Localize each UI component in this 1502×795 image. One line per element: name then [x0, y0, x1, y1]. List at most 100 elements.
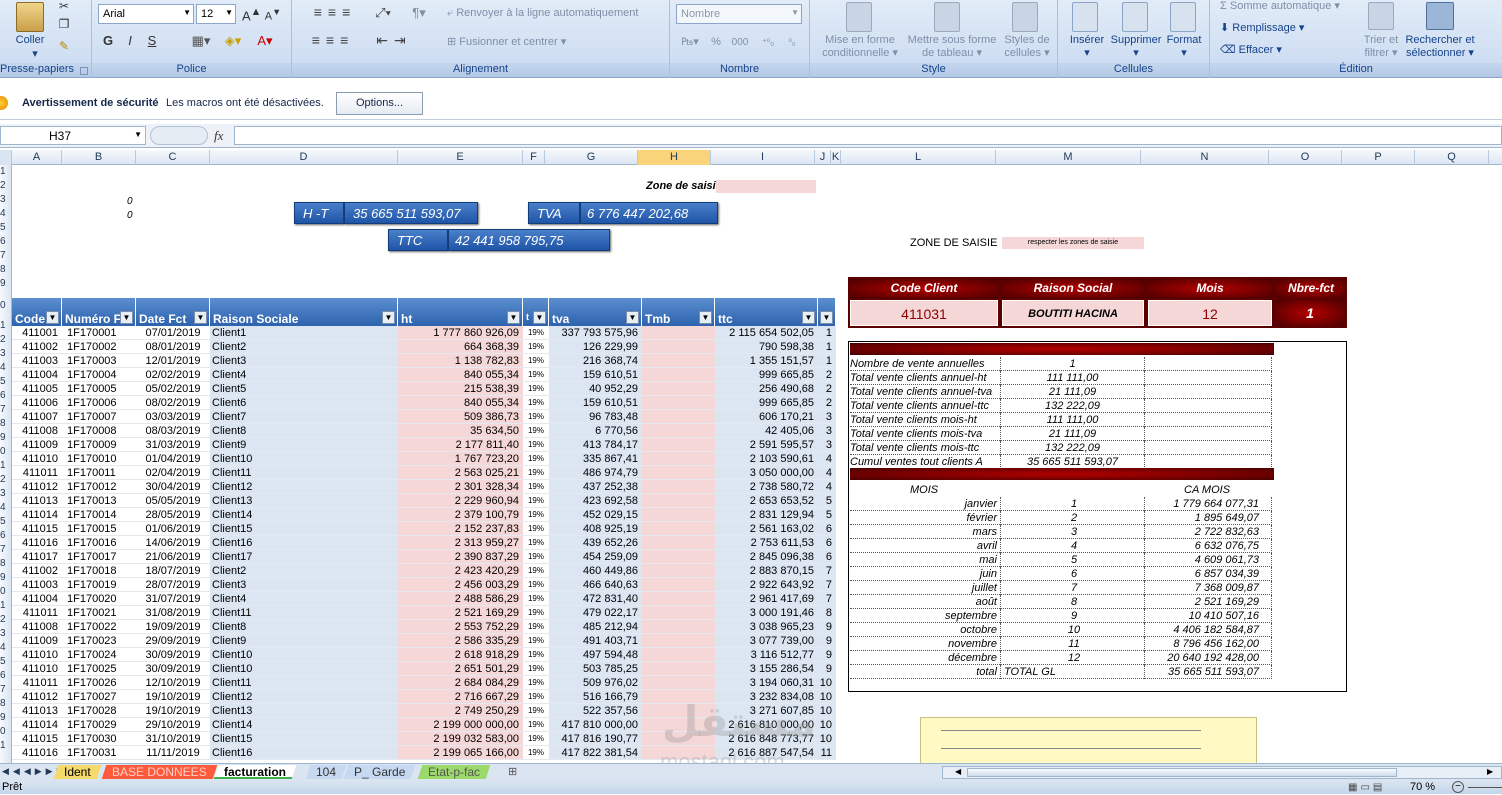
ht-cell[interactable]: 1 138 782,83	[398, 354, 523, 368]
ht-cell[interactable]: 2 651 501,29	[398, 662, 523, 676]
month-index-cell[interactable]: 5	[818, 494, 836, 508]
row-header[interactable]: 2	[0, 333, 11, 347]
tva-cell[interactable]: 491 403,71	[549, 634, 642, 648]
ttc-cell[interactable]: 2 961 417,69	[715, 592, 818, 606]
tmb-cell[interactable]	[642, 494, 715, 508]
date-cell[interactable]: 30/09/2019	[136, 662, 210, 676]
code-cell[interactable]: 411005	[12, 382, 62, 396]
conditional-format-button[interactable]: Mise en forme conditionnelle ▾	[814, 34, 906, 60]
tva-cell[interactable]: 522 357,56	[549, 704, 642, 718]
tva-cell[interactable]: 6 770,56	[549, 424, 642, 438]
month-index-cell[interactable]: 7	[818, 592, 836, 606]
code-cell[interactable]: 411015	[12, 732, 62, 746]
month-index-cell[interactable]: 9	[818, 620, 836, 634]
tva-cell[interactable]: 503 785,25	[549, 662, 642, 676]
invoice-number-cell[interactable]: 1F170027	[62, 690, 136, 704]
invoice-number-cell[interactable]: 1F170029	[62, 718, 136, 732]
invoice-number-cell[interactable]: 1F170024	[62, 648, 136, 662]
code-cell[interactable]: 411012	[12, 690, 62, 704]
date-cell[interactable]: 29/10/2019	[136, 718, 210, 732]
tva-cell[interactable]: 96 783,48	[549, 410, 642, 424]
month-index-cell[interactable]: 9	[818, 662, 836, 676]
date-cell[interactable]: 31/03/2019	[136, 438, 210, 452]
client-name-cell[interactable]: Client2	[210, 340, 398, 354]
scroll-right-icon[interactable]: ▶	[1487, 767, 1497, 778]
client-name-cell[interactable]: Client8	[210, 620, 398, 634]
view-buttons-icon[interactable]: ▦▭▤	[1348, 781, 1385, 795]
tmb-cell[interactable]	[642, 620, 715, 634]
rate-cell[interactable]: 19%	[523, 424, 549, 438]
tmb-cell[interactable]	[642, 396, 715, 410]
tva-cell[interactable]: 413 784,17	[549, 438, 642, 452]
ht-cell[interactable]: 1 777 860 926,09	[398, 326, 523, 340]
tva-cell[interactable]: 452 029,15	[549, 508, 642, 522]
code-cell[interactable]: 411006	[12, 396, 62, 410]
rate-cell[interactable]: 19%	[523, 606, 549, 620]
code-cell[interactable]: 411010	[12, 452, 62, 466]
invoice-number-cell[interactable]: 1F170018	[62, 564, 136, 578]
tab-etat-p-fac[interactable]: Etat-p-fac	[417, 765, 491, 779]
code-cell[interactable]: 411004	[12, 592, 62, 606]
rate-cell[interactable]: 19%	[523, 368, 549, 382]
fill-button[interactable]: ⬇ Remplissage ▾	[1220, 22, 1330, 35]
invoice-number-cell[interactable]: 1F170003	[62, 354, 136, 368]
tva-cell[interactable]: 439 652,26	[549, 536, 642, 550]
date-cell[interactable]: 08/02/2019	[136, 396, 210, 410]
code-cell[interactable]: 411002	[12, 340, 62, 354]
row-header[interactable]: 3	[0, 193, 11, 207]
tva-cell[interactable]: 423 692,58	[549, 494, 642, 508]
month-value[interactable]: 12	[1148, 300, 1272, 326]
ttc-cell[interactable]: 2 922 643,92	[715, 578, 818, 592]
month-index-cell[interactable]: 6	[818, 550, 836, 564]
rate-cell[interactable]: 19%	[523, 578, 549, 592]
rate-cell[interactable]: 19%	[523, 480, 549, 494]
formula-input[interactable]	[234, 126, 1502, 145]
invoice-number-cell[interactable]: 1F170010	[62, 452, 136, 466]
tmb-cell[interactable]	[642, 522, 715, 536]
ttc-cell[interactable]: 42 405,06	[715, 424, 818, 438]
format-table-button[interactable]: Mettre sous forme de tableau ▾	[904, 34, 1000, 60]
invoice-number-cell[interactable]: 1F170005	[62, 382, 136, 396]
ht-cell[interactable]: 2 301 328,34	[398, 480, 523, 494]
date-cell[interactable]: 02/02/2019	[136, 368, 210, 382]
tva-cell[interactable]: 40 952,29	[549, 382, 642, 396]
client-name-cell[interactable]: Client11	[210, 466, 398, 480]
ht-cell[interactable]: 840 055,34	[398, 368, 523, 382]
shrink-font-icon[interactable]: A▼	[264, 6, 282, 24]
rate-cell[interactable]: 19%	[523, 466, 549, 480]
rate-cell[interactable]: 19%	[523, 438, 549, 452]
ttc-cell[interactable]: 2 115 654 502,05	[715, 326, 818, 340]
date-cell[interactable]: 30/09/2019	[136, 648, 210, 662]
decrease-decimal-icon[interactable]: ⁰₀	[782, 36, 802, 49]
ttc-cell[interactable]: 999 665,85	[715, 368, 818, 382]
client-name-cell[interactable]: Client4	[210, 368, 398, 382]
code-cell[interactable]: 411008	[12, 424, 62, 438]
invoice-number-cell[interactable]: 1F170002	[62, 340, 136, 354]
invoice-count-value[interactable]: 1	[1276, 300, 1344, 326]
ht-cell[interactable]: 2 313 959,27	[398, 536, 523, 550]
format-painter-icon[interactable]: ✎	[56, 40, 72, 53]
filter-dropdown-icon[interactable]: ▼	[626, 311, 639, 324]
function-icon[interactable]: fx	[214, 128, 223, 144]
code-cell[interactable]: 411014	[12, 718, 62, 732]
tmb-cell[interactable]	[642, 424, 715, 438]
month-index-cell[interactable]: 10	[818, 732, 836, 746]
invoice-number-cell[interactable]: 1F170004	[62, 368, 136, 382]
increase-decimal-icon[interactable]: ⁺⁰₀	[758, 36, 778, 49]
invoice-number-cell[interactable]: 1F170030	[62, 732, 136, 746]
tmb-cell[interactable]	[642, 648, 715, 662]
client-name-cell[interactable]: Client11	[210, 606, 398, 620]
row-header[interactable]: 2	[0, 179, 11, 193]
column-header-j[interactable]: J	[815, 150, 831, 165]
client-name-cell[interactable]: Client3	[210, 578, 398, 592]
options-button[interactable]: Options...	[336, 92, 423, 115]
invoice-number-cell[interactable]: 1F170022	[62, 620, 136, 634]
row-header[interactable]: 2	[0, 613, 11, 627]
clear-button[interactable]: ⌫ Effacer ▾	[1220, 44, 1310, 57]
ttc-cell[interactable]: 2 561 163,02	[715, 522, 818, 536]
row-header[interactable]: 1	[0, 319, 11, 333]
code-cell[interactable]: 411016	[12, 746, 62, 760]
rate-cell[interactable]: 19%	[523, 410, 549, 424]
month-index-cell[interactable]: 3	[818, 410, 836, 424]
tmb-cell[interactable]	[642, 480, 715, 494]
